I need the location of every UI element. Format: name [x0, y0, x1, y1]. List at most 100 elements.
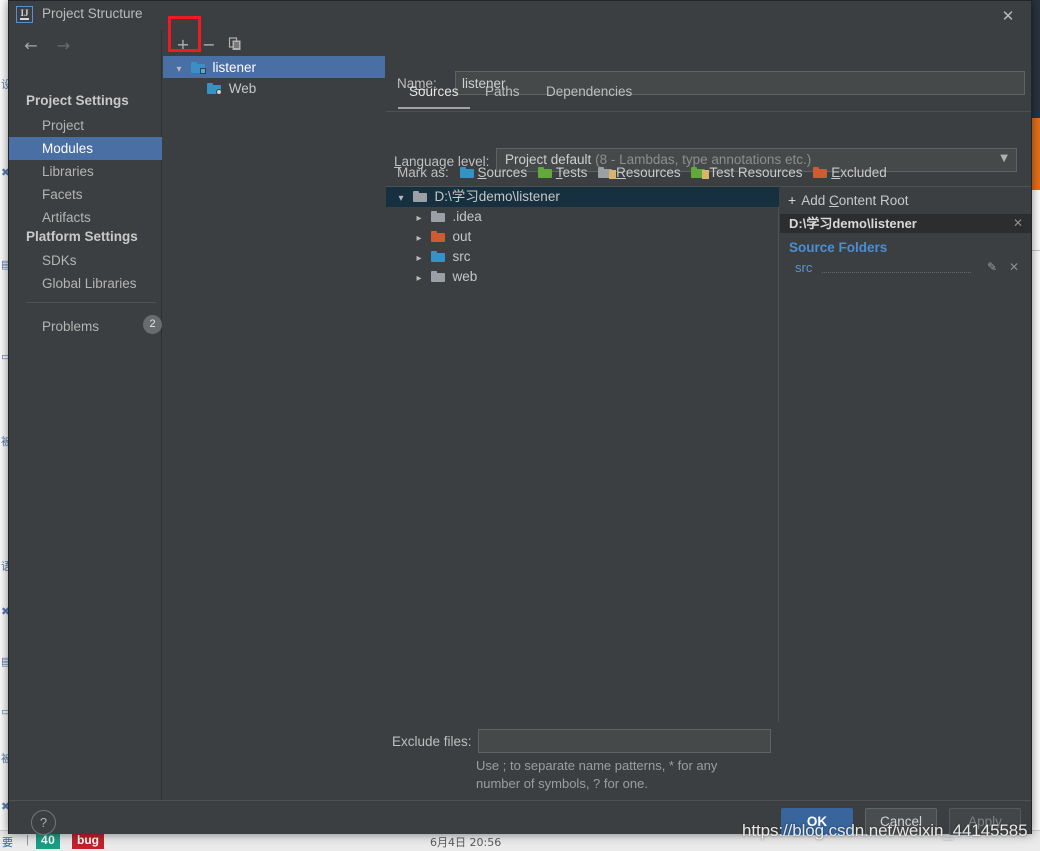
sidebar-item-modules[interactable]: Modules	[9, 137, 162, 160]
taskbar-left-glyph: 要	[2, 836, 13, 849]
mark-as-row: Mark as: Sources Tests Resources Test Re…	[397, 165, 887, 180]
modules-toolbar: + −	[163, 30, 385, 56]
mark-as-sources-label: ources	[486, 165, 528, 180]
chevron-right-icon[interactable]: ▸	[411, 269, 427, 289]
modules-panel: + − ▾ listener Web	[163, 30, 385, 800]
tree-row-label: src	[452, 249, 471, 264]
mark-as-test-resources[interactable]: Test Resources	[691, 165, 802, 180]
source-folder-label[interactable]: src	[795, 260, 812, 275]
tab-paths[interactable]: Paths	[474, 80, 531, 107]
close-icon[interactable]: ✕	[997, 5, 1019, 27]
sidebar-item-libraries[interactable]: Libraries	[9, 160, 162, 183]
exclude-files-hint: Use ; to separate name patterns, * for a…	[476, 757, 776, 793]
arrow-right-icon[interactable]: →	[49, 33, 77, 59]
module-tree-item-web[interactable]: Web	[163, 78, 385, 99]
taskbar-clock: 6月4日 20:56	[430, 836, 502, 849]
tree-row-label: D:\学习demo\listener	[434, 189, 560, 204]
chevron-right-icon[interactable]: ▸	[411, 209, 427, 229]
content-root-header: D:\学习demo\listener ✕	[780, 214, 1031, 233]
dialog-titlebar: IJ Project Structure ✕	[9, 1, 1031, 30]
chevron-down-icon[interactable]: ▼	[1000, 153, 1008, 164]
tree-row-label: .idea	[452, 209, 482, 224]
exclude-hint-line2: number of symbols, ? for one.	[476, 776, 648, 791]
mark-as-excluded-label: xcluded	[840, 165, 887, 180]
sidebar-divider	[26, 302, 156, 303]
tree-row-label: out	[452, 229, 472, 244]
tabs-underline	[386, 111, 1031, 112]
mark-as-resources[interactable]: Resources	[598, 165, 681, 180]
plus-icon: +	[788, 192, 797, 208]
screen: 设 ✖ ▤ ▭ 被 语 ✖ ▤ ▭ 被 ✖ 要 | 40 bug 6月4日 20…	[0, 0, 1040, 851]
arrow-left-icon[interactable]: ←	[17, 33, 45, 59]
sidebar-item-global-libraries[interactable]: Global Libraries	[9, 272, 162, 295]
chevron-down-icon[interactable]: ▾	[171, 59, 187, 80]
help-icon[interactable]: ?	[31, 810, 56, 835]
sidebar-item-facets[interactable]: Facets	[9, 183, 162, 206]
content-root-tree: ▾ D:\学习demo\listener ▸ .idea ▸ out ▸ src…	[386, 186, 779, 722]
mark-as-sources[interactable]: Sources	[459, 165, 528, 180]
module-tree-item-label: listener	[212, 60, 257, 75]
copy-icon[interactable]	[224, 33, 246, 55]
add-content-root-button[interactable]: + Add Content Root	[788, 192, 909, 208]
folder-test-resources-icon	[691, 166, 710, 179]
tree-row-out[interactable]: ▸ out	[386, 227, 779, 247]
web-facet-icon	[207, 82, 222, 95]
mark-as-tests[interactable]: Tests	[537, 165, 588, 180]
source-folder-dots	[822, 272, 971, 273]
chevron-down-icon[interactable]: ▾	[393, 189, 409, 209]
exclude-files-label: Exclude files:	[392, 734, 472, 749]
folder-resources-icon	[598, 166, 617, 179]
folder-excluded-icon	[813, 166, 828, 178]
project-structure-dialog: IJ Project Structure ✕ ← → Project Setti…	[8, 0, 1032, 835]
exclude-hint-line1: Use ; to separate name patterns, * for a…	[476, 758, 718, 773]
content-roots-pane: + Add Content Root D:\学习demo\listener ✕ S…	[780, 186, 1031, 722]
problems-count-badge: 2	[143, 315, 162, 334]
sidebar-item-artifacts[interactable]: Artifacts	[9, 206, 162, 229]
chevron-right-icon[interactable]: ▸	[411, 229, 427, 249]
tree-row-label: web	[452, 269, 478, 284]
tree-row-web[interactable]: ▸ web	[386, 267, 779, 287]
tree-row-content-root[interactable]: ▾ D:\学习demo\listener	[386, 187, 779, 207]
exclude-files-input[interactable]	[478, 729, 771, 753]
folder-tests-icon	[537, 166, 552, 178]
tab-sources[interactable]: Sources	[398, 80, 470, 109]
folder-orange-icon	[430, 230, 445, 242]
mark-as-label: Mark as:	[397, 165, 449, 180]
mark-as-resources-label: esources	[625, 165, 681, 180]
source-folder-row: src ✎ ✕	[780, 260, 1031, 278]
module-tree-item-listener[interactable]: ▾ listener	[163, 57, 385, 78]
module-tabs: Sources Paths Dependencies	[398, 80, 643, 110]
sidebar-heading-platform-settings: Platform Settings	[26, 229, 138, 244]
folder-gray-icon	[430, 210, 445, 222]
mark-as-test-resources-label: Test Resources	[709, 165, 803, 180]
taskbar-bug-badge: bug	[72, 832, 104, 849]
tab-dependencies[interactable]: Dependencies	[535, 80, 643, 107]
add-content-root-label: Add Content Root	[801, 193, 909, 208]
modules-tree: ▾ listener Web	[163, 56, 385, 800]
folder-blue-icon	[430, 250, 445, 262]
sidebar-item-sdks[interactable]: SDKs	[9, 249, 162, 272]
folder-gray-icon	[430, 270, 445, 282]
add-module-button[interactable]: +	[172, 33, 194, 55]
sidebar-item-problems[interactable]: Problems	[9, 315, 162, 338]
sidebar-item-project[interactable]: Project	[9, 114, 162, 137]
mark-as-tests-label: ests	[562, 165, 588, 180]
remove-module-button[interactable]: −	[198, 33, 220, 55]
taskbar-separator: |	[26, 834, 29, 846]
tree-row-src[interactable]: ▸ src	[386, 247, 779, 267]
chevron-right-icon[interactable]: ▸	[411, 249, 427, 269]
close-icon[interactable]: ✕	[1013, 214, 1023, 233]
module-tree-item-label: Web	[228, 81, 257, 96]
folder-gray-icon	[412, 190, 427, 202]
source-folders-title: Source Folders	[789, 240, 888, 255]
close-icon[interactable]: ✕	[1009, 260, 1019, 274]
module-folder-icon	[190, 61, 206, 74]
pencil-icon[interactable]: ✎	[987, 260, 997, 274]
tree-row-idea[interactable]: ▸ .idea	[386, 207, 779, 227]
navigation-arrows: ← →	[17, 33, 77, 61]
sidebar-heading-project-settings: Project Settings	[26, 93, 129, 108]
mark-as-excluded[interactable]: Excluded	[813, 165, 887, 180]
settings-sidebar: ← → Project Settings Project Modules Lib…	[9, 30, 162, 800]
intellij-idea-icon: IJ	[16, 6, 33, 23]
watermark-text: https://blog.csdn.net/weixin_44145585	[742, 821, 1028, 840]
